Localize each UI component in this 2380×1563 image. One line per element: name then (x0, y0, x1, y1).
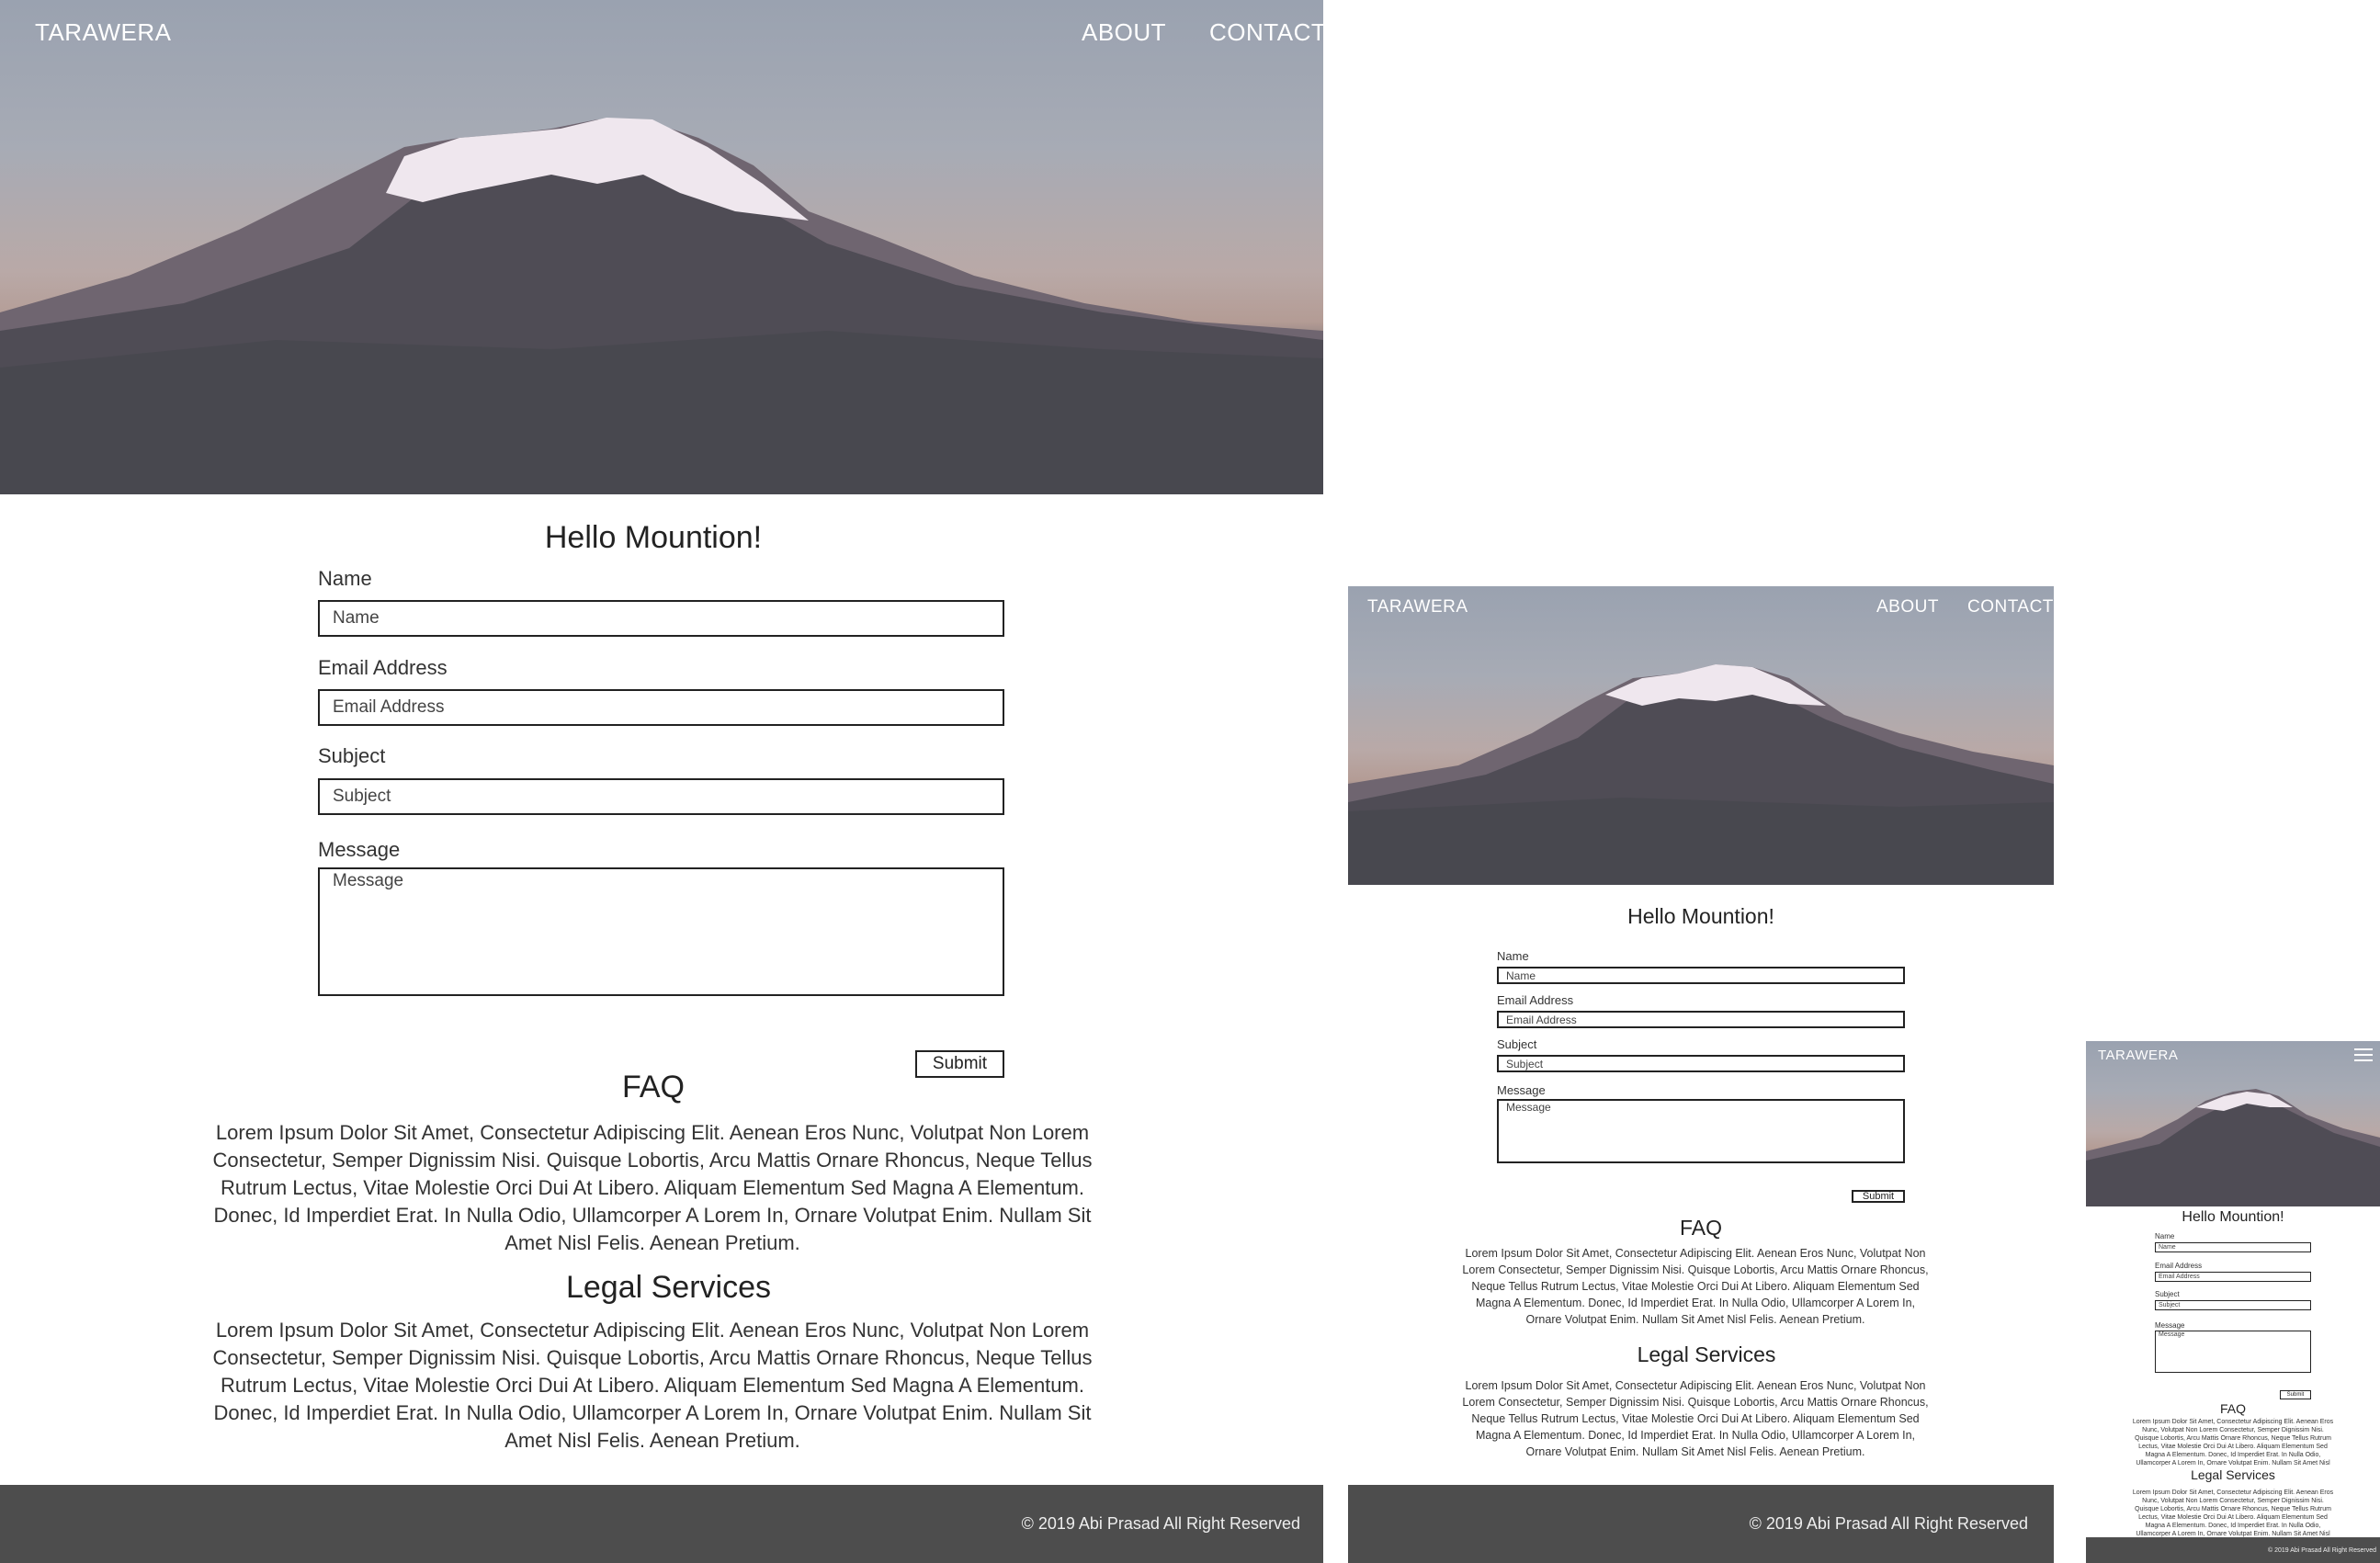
nav-about-link[interactable]: ABOUT (1082, 18, 1166, 47)
subject-input[interactable]: Subject (318, 778, 1004, 815)
message-label: Message (1497, 1083, 1546, 1097)
subject-input[interactable]: Subject (1497, 1055, 1905, 1072)
legal-text: Lorem Ipsum Dolor Sit Amet, Consectetur … (2132, 1489, 2334, 1537)
name-label: Name (1497, 949, 1529, 963)
copyright-text: © 2019 Abi Prasad All Right Reserved (1021, 1514, 1300, 1533)
email-input[interactable]: Email Address (318, 689, 1004, 726)
message-textarea[interactable]: Message (1497, 1099, 1905, 1163)
form-title: Hello Mountion! (2182, 1209, 2284, 1225)
footer: © 2019 Abi Prasad All Right Reserved (2086, 1537, 2380, 1563)
mountain-image (2086, 1089, 2380, 1206)
faq-title: FAQ (2219, 1401, 2246, 1416)
footer: © 2019 Abi Prasad All Right Reserved (1348, 1485, 2054, 1563)
brand-logo[interactable]: TARAWERA (2098, 1048, 2178, 1063)
hero-banner (1348, 586, 2054, 885)
mountain-image (0, 118, 1323, 494)
brand-logo[interactable]: TARAWERA (1367, 597, 1468, 617)
mobile-mockup: TARAWERA Hello Mountion! Name Name Email… (2086, 1041, 2380, 1563)
legal-title: Legal Services (2191, 1467, 2275, 1482)
name-input[interactable]: Name (318, 600, 1004, 637)
nav-contact-link[interactable]: CONTACT (1209, 18, 1323, 47)
hero-banner (2086, 1041, 2380, 1206)
legal-text: Lorem Ipsum Dolor Sit Amet, Consectetur … (212, 1319, 1093, 1452)
name-input[interactable]: Name (1497, 967, 1905, 984)
hamburger-menu-icon[interactable] (2354, 1048, 2373, 1065)
legal-title: Legal Services (1637, 1342, 1776, 1366)
subject-input[interactable]: Subject (2155, 1300, 2311, 1310)
copyright-text: © 2019 Abi Prasad All Right Reserved (2267, 1546, 2376, 1554)
form-title: Hello Mountion! (1627, 904, 1774, 928)
subject-label: Subject (1497, 1037, 1537, 1051)
brand-logo[interactable]: TARAWERA (35, 18, 171, 47)
submit-button[interactable]: Submit (2280, 1390, 2311, 1399)
email-label: Email Address (318, 656, 448, 679)
desktop-mockup: TARAWERA ABOUT CONTACT Hello Mountion! N… (0, 0, 1323, 1563)
faq-text: Lorem Ipsum Dolor Sit Amet, Consectetur … (2132, 1419, 2334, 1467)
hero-banner (0, 0, 1323, 494)
legal-text: Lorem Ipsum Dolor Sit Amet, Consectetur … (1462, 1379, 1929, 1458)
message-label: Message (2155, 1321, 2185, 1330)
form-title: Hello Mountion! (544, 520, 763, 555)
faq-title: FAQ (621, 1070, 686, 1104)
footer: © 2019 Abi Prasad All Right Reserved (0, 1485, 1323, 1563)
copyright-text: © 2019 Abi Prasad All Right Reserved (1749, 1514, 2028, 1533)
nav-contact-link[interactable]: CONTACT (1967, 597, 2054, 617)
email-input[interactable]: Email Address (1497, 1011, 1905, 1028)
nav-about-link[interactable]: ABOUT (1876, 597, 1939, 617)
message-textarea[interactable]: Message (318, 867, 1004, 996)
faq-title: FAQ (1679, 1216, 1722, 1240)
tablet-mockup: TARAWERA ABOUT CONTACT Hello Mountion! N… (1348, 586, 2054, 1563)
name-input[interactable]: Name (2155, 1242, 2311, 1252)
message-label: Message (318, 838, 401, 861)
message-textarea[interactable]: Message (2155, 1331, 2311, 1373)
name-label: Name (2155, 1232, 2175, 1240)
email-label: Email Address (2155, 1262, 2203, 1270)
mountain-image (1348, 664, 2054, 885)
submit-button[interactable]: Submit (1852, 1190, 1905, 1203)
email-label: Email Address (1497, 993, 1574, 1007)
subject-label: Subject (2155, 1290, 2180, 1298)
legal-title: Legal Services (565, 1270, 771, 1305)
subject-label: Subject (318, 744, 386, 767)
faq-text: Lorem Ipsum Dolor Sit Amet, Consectetur … (212, 1121, 1093, 1254)
faq-text: Lorem Ipsum Dolor Sit Amet, Consectetur … (1462, 1247, 1929, 1326)
name-label: Name (318, 567, 372, 590)
email-input[interactable]: Email Address (2155, 1272, 2311, 1282)
